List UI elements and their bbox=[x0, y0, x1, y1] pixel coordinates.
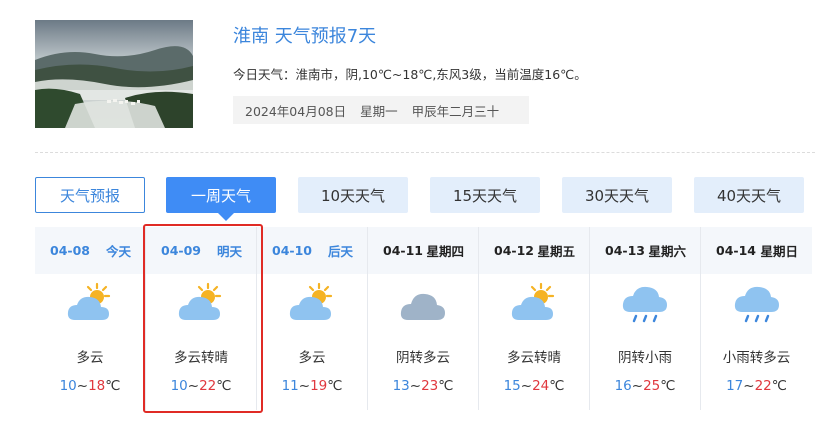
temp-low: 13 bbox=[392, 378, 410, 394]
temperature-range: 10~18℃ bbox=[59, 378, 121, 394]
temp-high: 18 bbox=[88, 378, 106, 394]
temp-unit: ℃ bbox=[438, 378, 454, 394]
temp-low: 10 bbox=[59, 378, 77, 394]
weather-description: 多云 bbox=[76, 350, 104, 366]
day-card[interactable]: 04-13 星期六 阴转小雨 16~25℃ bbox=[590, 227, 701, 410]
day-of-week: 星期五 bbox=[537, 244, 575, 259]
temp-high: 24 bbox=[532, 378, 550, 394]
day-card[interactable]: 04-12 星期五 多云转晴 15~24℃ bbox=[479, 227, 590, 410]
day-date: 04-13 bbox=[605, 243, 645, 258]
day-card-header: 04-10 后天 bbox=[257, 227, 367, 274]
temp-low: 17 bbox=[726, 378, 744, 394]
temp-low: 15 bbox=[503, 378, 521, 394]
city-landscape-photo bbox=[35, 20, 193, 128]
weather-description: 小雨转多云 bbox=[722, 350, 791, 366]
temp-unit: ℃ bbox=[549, 378, 565, 394]
day-card-header: 04-09 明天 bbox=[146, 227, 256, 274]
tab-week-weather[interactable]: 一周天气 bbox=[166, 177, 276, 213]
forecast-tabs: 天气预报 一周天气 10天天气 15天天气 30天天气 40天天气 bbox=[35, 177, 805, 213]
temp-high: 22 bbox=[754, 378, 772, 394]
light-rain-icon bbox=[734, 286, 779, 323]
today-weather-summary: 今日天气：淮南市，阴,10℃~18℃,东风3级，当前温度16℃。 bbox=[233, 67, 587, 82]
weather-description: 多云转晴 bbox=[507, 350, 561, 366]
weather-description: 阴转小雨 bbox=[618, 350, 672, 366]
day-card[interactable]: 04-08 今天 多云 10~18℃ bbox=[35, 227, 146, 410]
partly-cloudy-icon bbox=[67, 282, 111, 320]
temp-unit: ℃ bbox=[771, 378, 787, 394]
temp-unit: ℃ bbox=[660, 378, 676, 394]
day-date: 04-08 bbox=[50, 243, 90, 258]
current-weekday: 星期一 bbox=[360, 103, 398, 119]
day-card[interactable]: 04-09 明天 多云转晴 10~22℃ bbox=[146, 227, 257, 410]
day-of-week: 星期四 bbox=[426, 244, 464, 259]
tab-15-day-weather[interactable]: 15天天气 bbox=[430, 177, 540, 213]
current-date: 2024年04月08日 bbox=[245, 103, 347, 119]
temp-unit: ℃ bbox=[105, 378, 121, 394]
light-rain-icon bbox=[622, 286, 667, 323]
temperature-range: 15~24℃ bbox=[503, 378, 565, 394]
day-date: 04-12 bbox=[494, 243, 534, 258]
day-card-header: 04-13 星期六 bbox=[590, 227, 700, 274]
temperature-range: 10~22℃ bbox=[170, 378, 232, 394]
day-card-header: 04-12 星期五 bbox=[479, 227, 589, 274]
day-of-week: 后天 bbox=[327, 244, 353, 259]
tab-30-day-weather[interactable]: 30天天气 bbox=[562, 177, 672, 213]
temp-unit: ℃ bbox=[327, 378, 343, 394]
tab-weather-forecast[interactable]: 天气预报 bbox=[35, 177, 145, 213]
temperature-range: 16~25℃ bbox=[614, 378, 676, 394]
day-card-header: 04-11 星期四 bbox=[368, 227, 478, 274]
tab-10-day-weather[interactable]: 10天天气 bbox=[298, 177, 408, 213]
weather-description: 多云转晴 bbox=[174, 350, 228, 366]
partly-cloudy-icon bbox=[289, 282, 333, 320]
day-card[interactable]: 04-10 后天 多云 11~19℃ bbox=[257, 227, 368, 410]
temp-low: 11 bbox=[281, 378, 299, 394]
temp-low: 10 bbox=[170, 378, 188, 394]
day-of-week: 星期六 bbox=[648, 244, 686, 259]
day-of-week: 明天 bbox=[216, 244, 242, 259]
tab-40-day-weather[interactable]: 40天天气 bbox=[694, 177, 804, 213]
partly-cloudy-icon bbox=[511, 282, 555, 320]
lunar-date: 甲辰年二月三十 bbox=[411, 103, 500, 119]
overcast-icon bbox=[400, 293, 445, 320]
temperature-range: 17~22℃ bbox=[726, 378, 787, 394]
temp-high: 25 bbox=[643, 378, 661, 394]
day-card-header: 04-08 今天 bbox=[35, 227, 145, 274]
date-info-bar: 2024年04月08日 星期一 甲辰年二月三十 bbox=[233, 96, 529, 124]
seven-day-forecast: 04-08 今天 多云 10~18℃ 04-09 明天 多云转晴 10~22℃ bbox=[35, 227, 812, 410]
temperature-range: 11~19℃ bbox=[281, 378, 343, 394]
day-of-week: 星期日 bbox=[760, 244, 798, 259]
active-tab-pointer bbox=[217, 212, 235, 221]
day-card-header: 04-14 星期日 bbox=[701, 227, 812, 274]
temp-high: 19 bbox=[310, 378, 328, 394]
day-card[interactable]: 04-14 星期日 小雨转多云 17~22℃ bbox=[701, 227, 812, 410]
section-divider bbox=[35, 152, 815, 153]
temp-low: 16 bbox=[614, 378, 632, 394]
temperature-range: 13~23℃ bbox=[392, 378, 454, 394]
day-date: 04-14 bbox=[716, 243, 756, 258]
weather-description: 多云 bbox=[298, 350, 326, 366]
weather-description: 阴转多云 bbox=[396, 350, 450, 366]
page-title: 淮南 天气预报7天 bbox=[233, 26, 377, 47]
partly-cloudy-icon bbox=[178, 282, 222, 320]
day-date: 04-10 bbox=[272, 243, 312, 258]
temp-high: 23 bbox=[421, 378, 439, 394]
day-of-week: 今天 bbox=[105, 244, 131, 259]
temp-high: 22 bbox=[199, 378, 217, 394]
temp-unit: ℃ bbox=[216, 378, 232, 394]
day-date: 04-09 bbox=[161, 243, 201, 258]
day-card[interactable]: 04-11 星期四 阴转多云 13~23℃ bbox=[368, 227, 479, 410]
day-date: 04-11 bbox=[383, 243, 423, 258]
